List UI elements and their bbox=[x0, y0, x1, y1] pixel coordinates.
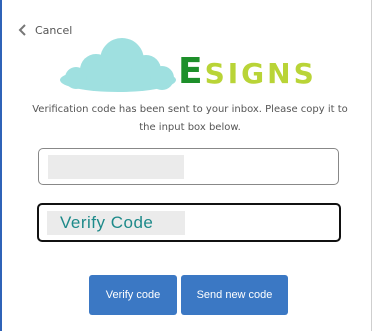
verify-code-button[interactable]: Verify code bbox=[89, 275, 177, 315]
verification-code-input[interactable]: Verify Code bbox=[37, 203, 341, 242]
email-field[interactable] bbox=[38, 148, 339, 185]
send-new-code-button[interactable]: Send new code bbox=[181, 275, 288, 315]
panel-accent-bar bbox=[0, 0, 2, 331]
cancel-label: Cancel bbox=[35, 23, 73, 37]
logo-initial: E bbox=[178, 51, 203, 92]
chevron-left-icon bbox=[18, 24, 26, 36]
verification-code-value: Verify Code bbox=[60, 213, 154, 232]
verification-message: Verification code has been sent to your … bbox=[32, 104, 348, 133]
logo-wordmark: E SIGNS bbox=[178, 54, 317, 92]
verification-panel: Cancel E SIGNS Verification code has bee… bbox=[0, 0, 372, 331]
cloud-icon bbox=[60, 38, 176, 92]
esigns-logo: E SIGNS bbox=[58, 36, 320, 94]
redacted-email bbox=[48, 155, 184, 179]
logo-text: SIGNS bbox=[204, 57, 317, 90]
